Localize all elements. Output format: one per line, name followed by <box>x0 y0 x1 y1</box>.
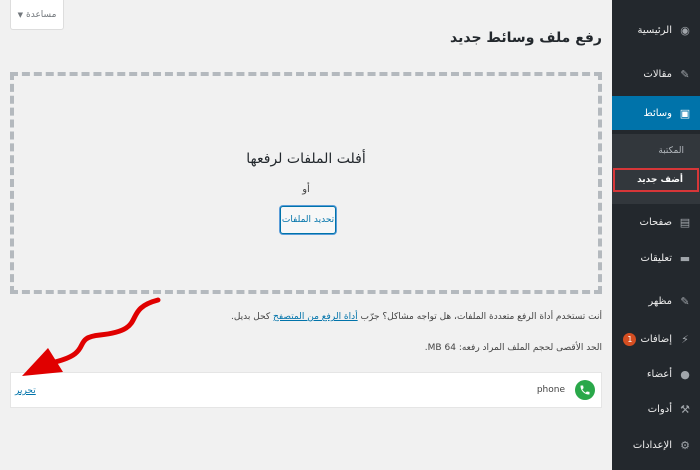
active-indicator <box>605 107 612 119</box>
tools-icon: ⚒ <box>680 402 690 416</box>
sidebar-item-label: وسائط <box>643 107 672 119</box>
sidebar-item-posts[interactable]: ✎ مقالات <box>612 62 700 86</box>
appearance-icon: ✎ <box>680 294 690 308</box>
browser-uploader-note: أنت تستخدم أداة الرفع متعددة الملفات، هل… <box>10 310 602 324</box>
browser-uploader-link[interactable]: أداة الرفع من المتصفح <box>273 312 358 322</box>
sidebar-item-settings[interactable]: ⚙ الإعدادات <box>612 433 700 457</box>
sidebar-item-label: أدوات <box>647 403 672 415</box>
plugins-icon: ⚡ <box>681 332 689 346</box>
sidebar-item-label: أعضاء <box>646 368 672 380</box>
sidebar-item-label: مظهر <box>648 295 672 307</box>
help-tab-button[interactable]: مساعدة ▼ <box>10 0 64 30</box>
media-submenu: المكتبة أضف جديد <box>612 134 700 204</box>
dashboard-icon: ◉ <box>680 23 690 37</box>
sidebar-item-label: صفحات <box>639 216 672 228</box>
page-title: رفع ملف وسائط جديد <box>450 30 602 46</box>
sidebar-item-label: الإعدادات <box>632 439 672 451</box>
sidebar-item-media[interactable]: ▣ وسائط <box>605 96 700 130</box>
sidebar-item-label: إضافات <box>640 333 672 345</box>
submenu-item-add-new[interactable]: أضف جديد <box>613 168 699 192</box>
sidebar-item-comments[interactable]: ▬ تعليقات <box>612 246 700 270</box>
uploaded-media-item: phone تحرير <box>10 372 602 408</box>
sidebar-item-pages[interactable]: ▤ صفحات <box>612 210 700 234</box>
sidebar-item-dashboard[interactable]: ◉ الرئيسية <box>612 18 700 42</box>
pin-icon: ✎ <box>680 67 690 81</box>
drop-files-title: أفلت الملفات لرفعها <box>246 151 366 167</box>
note-prefix: أنت تستخدم أداة الرفع متعددة الملفات، هل… <box>357 312 602 322</box>
upload-drop-zone[interactable]: أفلت الملفات لرفعها أو تحديد الملفات <box>10 72 602 294</box>
select-files-button[interactable]: تحديد الملفات <box>280 206 336 234</box>
sidebar-item-label: الرئيسية <box>637 24 672 36</box>
sidebar-item-label: مقالات <box>643 68 672 80</box>
note-suffix: كحل بديل. <box>231 312 274 322</box>
media-icon: ▣ <box>679 106 691 120</box>
settings-icon: ⚙ <box>680 438 690 452</box>
sidebar-item-appearance[interactable]: ✎ مظهر <box>612 289 700 313</box>
media-filename: phone <box>536 385 565 395</box>
sidebar-item-tools[interactable]: ⚒ أدوات <box>612 397 700 421</box>
admin-sidebar: ◉ الرئيسية ✎ مقالات ▣ وسائط المكتبة أضف … <box>605 0 700 470</box>
help-tab-label: مساعدة <box>26 9 57 20</box>
max-upload-size: الحد الأقصى لحجم الملف المراد رفعه: 64 M… <box>424 343 602 353</box>
sidebar-item-label: تعليقات <box>640 252 672 264</box>
phone-icon <box>575 380 595 400</box>
edit-media-link[interactable]: تحرير <box>15 386 36 396</box>
pages-icon: ▤ <box>679 215 691 229</box>
update-count-badge: 1 <box>623 332 637 346</box>
sidebar-item-plugins[interactable]: ⚡ إضافات 1 <box>612 327 700 351</box>
submenu-item-library[interactable]: المكتبة <box>612 146 700 156</box>
comments-icon: ▬ <box>679 251 691 265</box>
sidebar-item-users[interactable]: ● أعضاء <box>612 362 700 386</box>
caret-down-icon: ▼ <box>17 10 23 19</box>
or-separator: أو <box>302 184 310 195</box>
users-icon: ● <box>680 367 690 381</box>
